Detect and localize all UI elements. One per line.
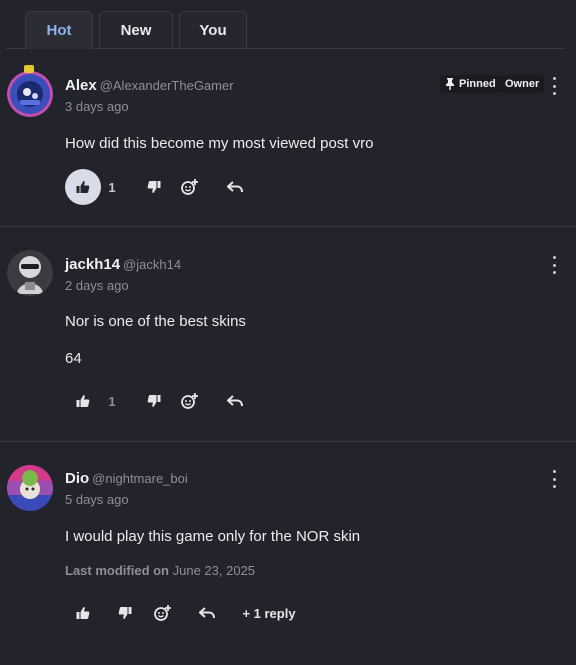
reply-icon xyxy=(199,607,215,619)
comment-actions: 1 xyxy=(64,383,264,419)
last-modified-label: Last modified on xyxy=(65,563,169,578)
comment-text: I would play this game only for the NOR … xyxy=(65,528,361,545)
author-name[interactable]: Alex xyxy=(65,77,97,94)
more-vertical-icon[interactable] xyxy=(548,470,560,488)
comment-time: 5 days ago xyxy=(65,492,129,507)
sort-tabs: Hot New You xyxy=(6,11,565,49)
reply-button[interactable] xyxy=(224,383,246,419)
comment-text: Nor is one of the best skins xyxy=(65,313,246,330)
avatar-image xyxy=(7,465,53,511)
author-handle: @AlexanderTheGamer xyxy=(99,78,234,93)
divider xyxy=(0,226,576,227)
comment-text: How did this become my most viewed post … xyxy=(65,135,374,152)
author-name[interactable]: Dio xyxy=(65,470,89,487)
emoji-add-icon xyxy=(154,605,171,621)
thumbs-down-icon xyxy=(118,607,132,619)
pinned-label: Pinned xyxy=(459,78,496,90)
tab-new[interactable]: New xyxy=(99,11,173,48)
like-count: 1 xyxy=(108,393,116,409)
divider xyxy=(0,441,576,442)
thumbs-down-icon xyxy=(147,181,161,193)
crown-icon xyxy=(24,65,34,73)
add-reaction-button[interactable] xyxy=(152,595,174,631)
like-count: 1 xyxy=(108,179,116,195)
like-button[interactable] xyxy=(65,383,101,419)
author-handle: @jackh14 xyxy=(123,257,182,272)
view-replies-button[interactable]: + 1 reply xyxy=(239,595,299,631)
comment-time: 3 days ago xyxy=(65,99,129,114)
owner-badge: Owner xyxy=(500,75,545,93)
thumbs-up-icon xyxy=(76,181,90,193)
author-handle: @nightmare_boi xyxy=(92,471,188,486)
thumbs-up-icon xyxy=(76,607,90,619)
reply-button[interactable] xyxy=(196,595,218,631)
thumbs-down-icon xyxy=(147,395,161,407)
avatar[interactable] xyxy=(7,250,53,296)
emoji-add-icon xyxy=(181,393,198,409)
tab-hot[interactable]: Hot xyxy=(25,11,93,49)
dislike-button[interactable] xyxy=(144,169,164,205)
add-reaction-button[interactable] xyxy=(179,169,201,205)
dislike-button[interactable] xyxy=(115,595,135,631)
author-name[interactable]: jackh14 xyxy=(65,256,120,273)
avatar-image xyxy=(7,71,53,117)
avatar[interactable] xyxy=(7,465,53,511)
comment-author[interactable]: Dio @nightmare_boi xyxy=(65,470,188,487)
more-vertical-icon[interactable] xyxy=(548,77,560,95)
last-modified: Last modified on June 23, 2025 xyxy=(65,563,255,578)
last-modified-date: June 23, 2025 xyxy=(172,563,256,578)
comment-time: 2 days ago xyxy=(65,278,129,293)
dislike-button[interactable] xyxy=(144,383,164,419)
add-reaction-button[interactable] xyxy=(179,383,201,419)
pinned-badge: Pinned xyxy=(440,75,501,93)
like-button[interactable] xyxy=(65,169,101,205)
reply-icon xyxy=(227,181,243,193)
comment-author[interactable]: Alex @AlexanderTheGamer xyxy=(65,77,234,94)
comment-author[interactable]: jackh14 @jackh14 xyxy=(65,256,181,273)
more-vertical-icon[interactable] xyxy=(548,256,560,274)
reply-button[interactable] xyxy=(224,169,246,205)
reply-icon xyxy=(227,395,243,407)
comment-actions: 1 xyxy=(64,169,264,205)
pin-icon xyxy=(446,78,454,90)
avatar-image xyxy=(7,250,53,296)
comment-text-line-2: 64 xyxy=(65,350,82,367)
avatar[interactable] xyxy=(7,71,53,117)
like-button[interactable] xyxy=(65,595,101,631)
comment-actions: + 1 reply xyxy=(64,595,324,631)
tab-you[interactable]: You xyxy=(179,11,247,48)
emoji-add-icon xyxy=(181,179,198,195)
thumbs-up-icon xyxy=(76,395,90,407)
